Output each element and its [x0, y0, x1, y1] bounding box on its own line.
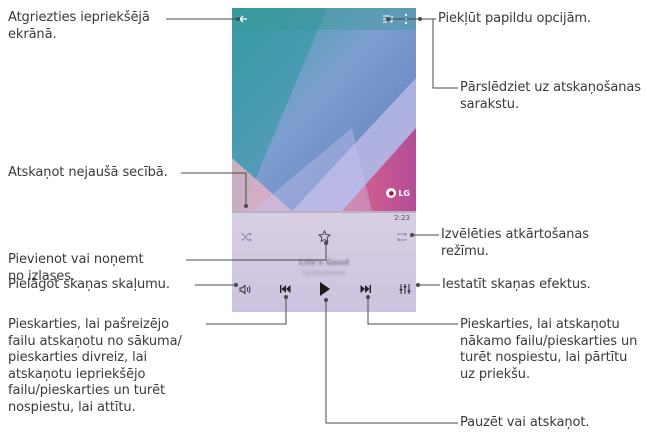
line-play	[325, 300, 458, 424]
callout-more-options-text: Piekļūt papildu opcijām.	[438, 11, 592, 26]
line-favorite	[186, 243, 327, 261]
callout-previous: Pieskarties, lai pašreizējo failu atskaņ…	[8, 317, 182, 415]
callout-shuffle: Atskaņot nejaušā secībā.	[8, 165, 168, 180]
line-shuffle	[181, 172, 247, 206]
callout-back-text: Atgriezties iepriekšējā ekrānā.	[8, 10, 150, 42]
line-next	[367, 297, 458, 325]
callout-playlist: Pārslēdziet uz atskaņošanas sarakstu.	[460, 80, 641, 112]
callout-play-pause: Pauzēt vai atskaņot.	[460, 415, 590, 430]
callout-volume: Pielāgot skaņas skaļumu.	[8, 277, 170, 292]
line-previous	[206, 297, 287, 325]
callout-next: Pieskarties, lai atskaņotu nākamo failu/…	[460, 317, 638, 382]
callout-repeat: Izvēlēties atkārtošanas režīmu.	[441, 227, 589, 259]
line-playlist	[388, 18, 458, 89]
callout-back: Atgriezties iepriekšējā ekrānā.	[8, 10, 150, 43]
callout-more-options: Piekļūt papildu opcijām.	[438, 11, 591, 28]
callout-effects: Iestatīt skaņas efektus.	[442, 277, 591, 292]
